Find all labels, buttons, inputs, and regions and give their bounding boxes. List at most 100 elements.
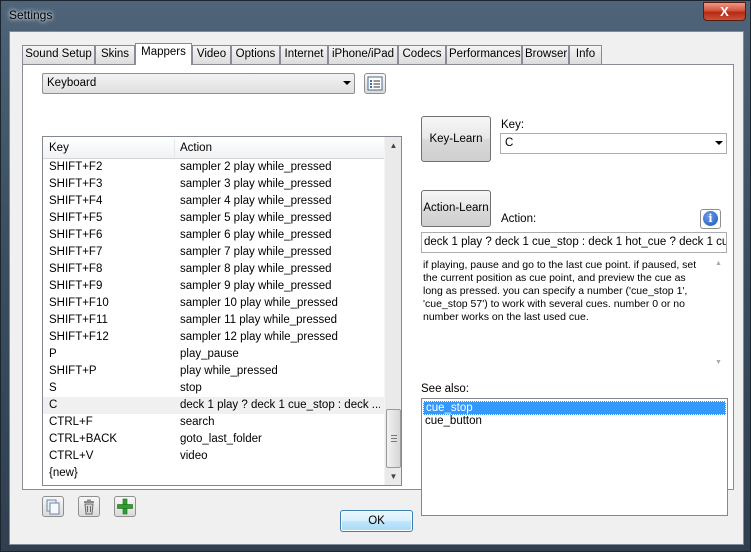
see-also-item[interactable]: cue_button xyxy=(423,415,726,429)
info-button[interactable]: i xyxy=(700,209,721,229)
table-row[interactable]: SHIFT+P play while_pressed xyxy=(43,363,384,380)
row-action: sampler 4 play while_pressed xyxy=(180,195,332,207)
tab-mappers[interactable]: Mappers xyxy=(135,43,192,65)
tab-skins[interactable]: Skins xyxy=(95,45,135,64)
table-row[interactable]: CTRL+F search xyxy=(43,414,384,431)
column-header-action[interactable]: Action xyxy=(174,137,384,159)
action-label: Action: xyxy=(501,213,537,225)
table-row[interactable]: Pplay_pause xyxy=(43,346,384,363)
see-also-item[interactable]: cue_stop xyxy=(423,401,726,415)
see-also-label: See also: xyxy=(421,383,469,395)
table-row[interactable]: Cdeck 1 play ? deck 1 cue_stop : deck ..… xyxy=(43,397,384,414)
row-key: S xyxy=(49,382,57,394)
add-icon xyxy=(117,498,133,515)
row-key: P xyxy=(49,348,57,360)
add-button[interactable] xyxy=(114,496,136,517)
scroll-down-icon[interactable]: ▼ xyxy=(715,356,722,369)
list-scrollbar[interactable]: ▲ ▼ xyxy=(384,137,401,485)
copy-icon xyxy=(46,499,60,515)
table-row[interactable]: SHIFT+F12 sampler 12 play while_pressed xyxy=(43,329,384,346)
mapping-list[interactable]: Key Action SHIFT+F2 sampler 2 play while_… xyxy=(42,136,402,486)
scroll-thumb[interactable] xyxy=(386,409,401,468)
table-row[interactable]: SHIFT+F2 sampler 2 play while_pressed xyxy=(43,159,384,176)
scroll-up-icon[interactable]: ▲ xyxy=(385,137,402,154)
row-action: video xyxy=(180,450,208,462)
column-header-key[interactable]: Key xyxy=(43,137,173,159)
key-learn-button[interactable]: Key-Learn xyxy=(421,116,491,162)
table-row[interactable]: CTRL+BACK goto_last_folder xyxy=(43,431,384,448)
mappers-panel: Keyboard Key Action SHIFT+F2 sampler 2 p… xyxy=(22,64,734,517)
dialog-client: Sound Setup Skins Mappers Video Options … xyxy=(9,31,744,545)
delete-button[interactable] xyxy=(78,496,100,517)
table-row[interactable]: SHIFT+F7 sampler 7 play while_pressed xyxy=(43,244,384,261)
row-action: deck 1 play ? deck 1 cue_stop : deck ... xyxy=(180,399,380,411)
description-scrollbar[interactable]: ▲ ▼ xyxy=(712,257,725,369)
key-select[interactable]: C xyxy=(500,133,727,154)
chevron-down-icon xyxy=(715,141,723,145)
key-select-value: C xyxy=(505,137,514,149)
chevron-down-icon xyxy=(343,81,351,85)
table-row[interactable]: SHIFT+F10 sampler 10 play while_pressed xyxy=(43,295,384,312)
list-header: Key Action xyxy=(43,137,384,159)
table-row[interactable]: SHIFT+F4 sampler 4 play while_pressed xyxy=(43,193,384,210)
mapper-select-value: Keyboard xyxy=(47,77,97,89)
row-key: CTRL+F xyxy=(49,416,93,428)
tab-internet[interactable]: Internet xyxy=(280,45,328,64)
row-key: SHIFT+F8 xyxy=(49,263,103,275)
title-bar[interactable]: Settings X xyxy=(1,1,751,31)
table-row[interactable]: {new} xyxy=(43,465,384,482)
table-row[interactable]: SHIFT+F5 sampler 5 play while_pressed xyxy=(43,210,384,227)
table-row[interactable]: SHIFT+F9 sampler 9 play while_pressed xyxy=(43,278,384,295)
mapper-select[interactable]: Keyboard xyxy=(42,73,355,94)
row-action: sampler 10 play while_pressed xyxy=(180,297,338,309)
list-view-icon xyxy=(367,76,383,91)
tab-iphone-ipad[interactable]: iPhone/iPad xyxy=(328,45,398,64)
grip-line xyxy=(391,435,397,436)
row-key: SHIFT+P xyxy=(49,365,97,377)
row-action: play while_pressed xyxy=(180,365,278,377)
tab-info[interactable]: Info xyxy=(569,45,602,64)
row-action: sampler 12 play while_pressed xyxy=(180,331,338,343)
tab-sound-setup[interactable]: Sound Setup xyxy=(22,45,95,64)
copy-button[interactable] xyxy=(42,496,64,517)
list-view-button[interactable] xyxy=(364,73,386,94)
scroll-down-icon[interactable]: ▼ xyxy=(385,468,402,485)
row-key: SHIFT+F9 xyxy=(49,280,103,292)
table-row[interactable]: SHIFT+F8 sampler 8 play while_pressed xyxy=(43,261,384,278)
table-row[interactable]: SHIFT+F11 sampler 11 play while_pressed xyxy=(43,312,384,329)
table-row[interactable]: Sstop xyxy=(43,380,384,397)
table-row[interactable]: SHIFT+F6 sampler 6 play while_pressed xyxy=(43,227,384,244)
row-key: SHIFT+F3 xyxy=(49,178,103,190)
row-action: stop xyxy=(180,382,202,394)
tab-video[interactable]: Video xyxy=(192,45,231,64)
see-also-list[interactable]: cue_stop cue_button xyxy=(421,398,728,516)
table-row[interactable]: CTRL+V video xyxy=(43,448,384,465)
tab-options[interactable]: Options xyxy=(231,45,280,64)
row-key: SHIFT+F11 xyxy=(49,314,108,326)
row-key: SHIFT+F7 xyxy=(49,246,103,258)
close-button[interactable]: X xyxy=(703,2,746,21)
action-description: if playing, pause and go to the last cue… xyxy=(421,257,727,373)
grip-line xyxy=(391,441,397,442)
row-action: sampler 9 play while_pressed xyxy=(180,280,332,292)
row-action: sampler 3 play while_pressed xyxy=(180,178,332,190)
row-action: search xyxy=(180,416,215,428)
row-key: SHIFT+F12 xyxy=(49,331,109,343)
tab-performances[interactable]: Performances xyxy=(446,45,522,64)
window-frame: Settings X Sound Setup Skins Mappers Vid… xyxy=(0,0,751,552)
key-label: Key: xyxy=(501,119,525,131)
description-text: if playing, pause and go to the last cue… xyxy=(423,259,697,323)
row-action: sampler 11 play while_pressed xyxy=(180,314,338,326)
row-key: SHIFT+F6 xyxy=(49,229,103,241)
action-input[interactable]: deck 1 play ? deck 1 cue_stop : deck 1 h… xyxy=(421,232,727,253)
table-row[interactable]: SHIFT+F3 sampler 3 play while_pressed xyxy=(43,176,384,193)
ok-button[interactable]: OK xyxy=(340,510,413,532)
window-title: Settings xyxy=(9,8,53,22)
action-learn-button[interactable]: Action-Learn xyxy=(421,190,491,227)
tab-codecs[interactable]: Codecs xyxy=(398,45,446,64)
info-icon: i xyxy=(703,211,718,226)
row-action: sampler 7 play while_pressed xyxy=(180,246,332,258)
scroll-up-icon[interactable]: ▲ xyxy=(715,257,722,270)
row-action: goto_last_folder xyxy=(180,433,262,445)
tab-browser[interactable]: Browser xyxy=(522,45,569,64)
